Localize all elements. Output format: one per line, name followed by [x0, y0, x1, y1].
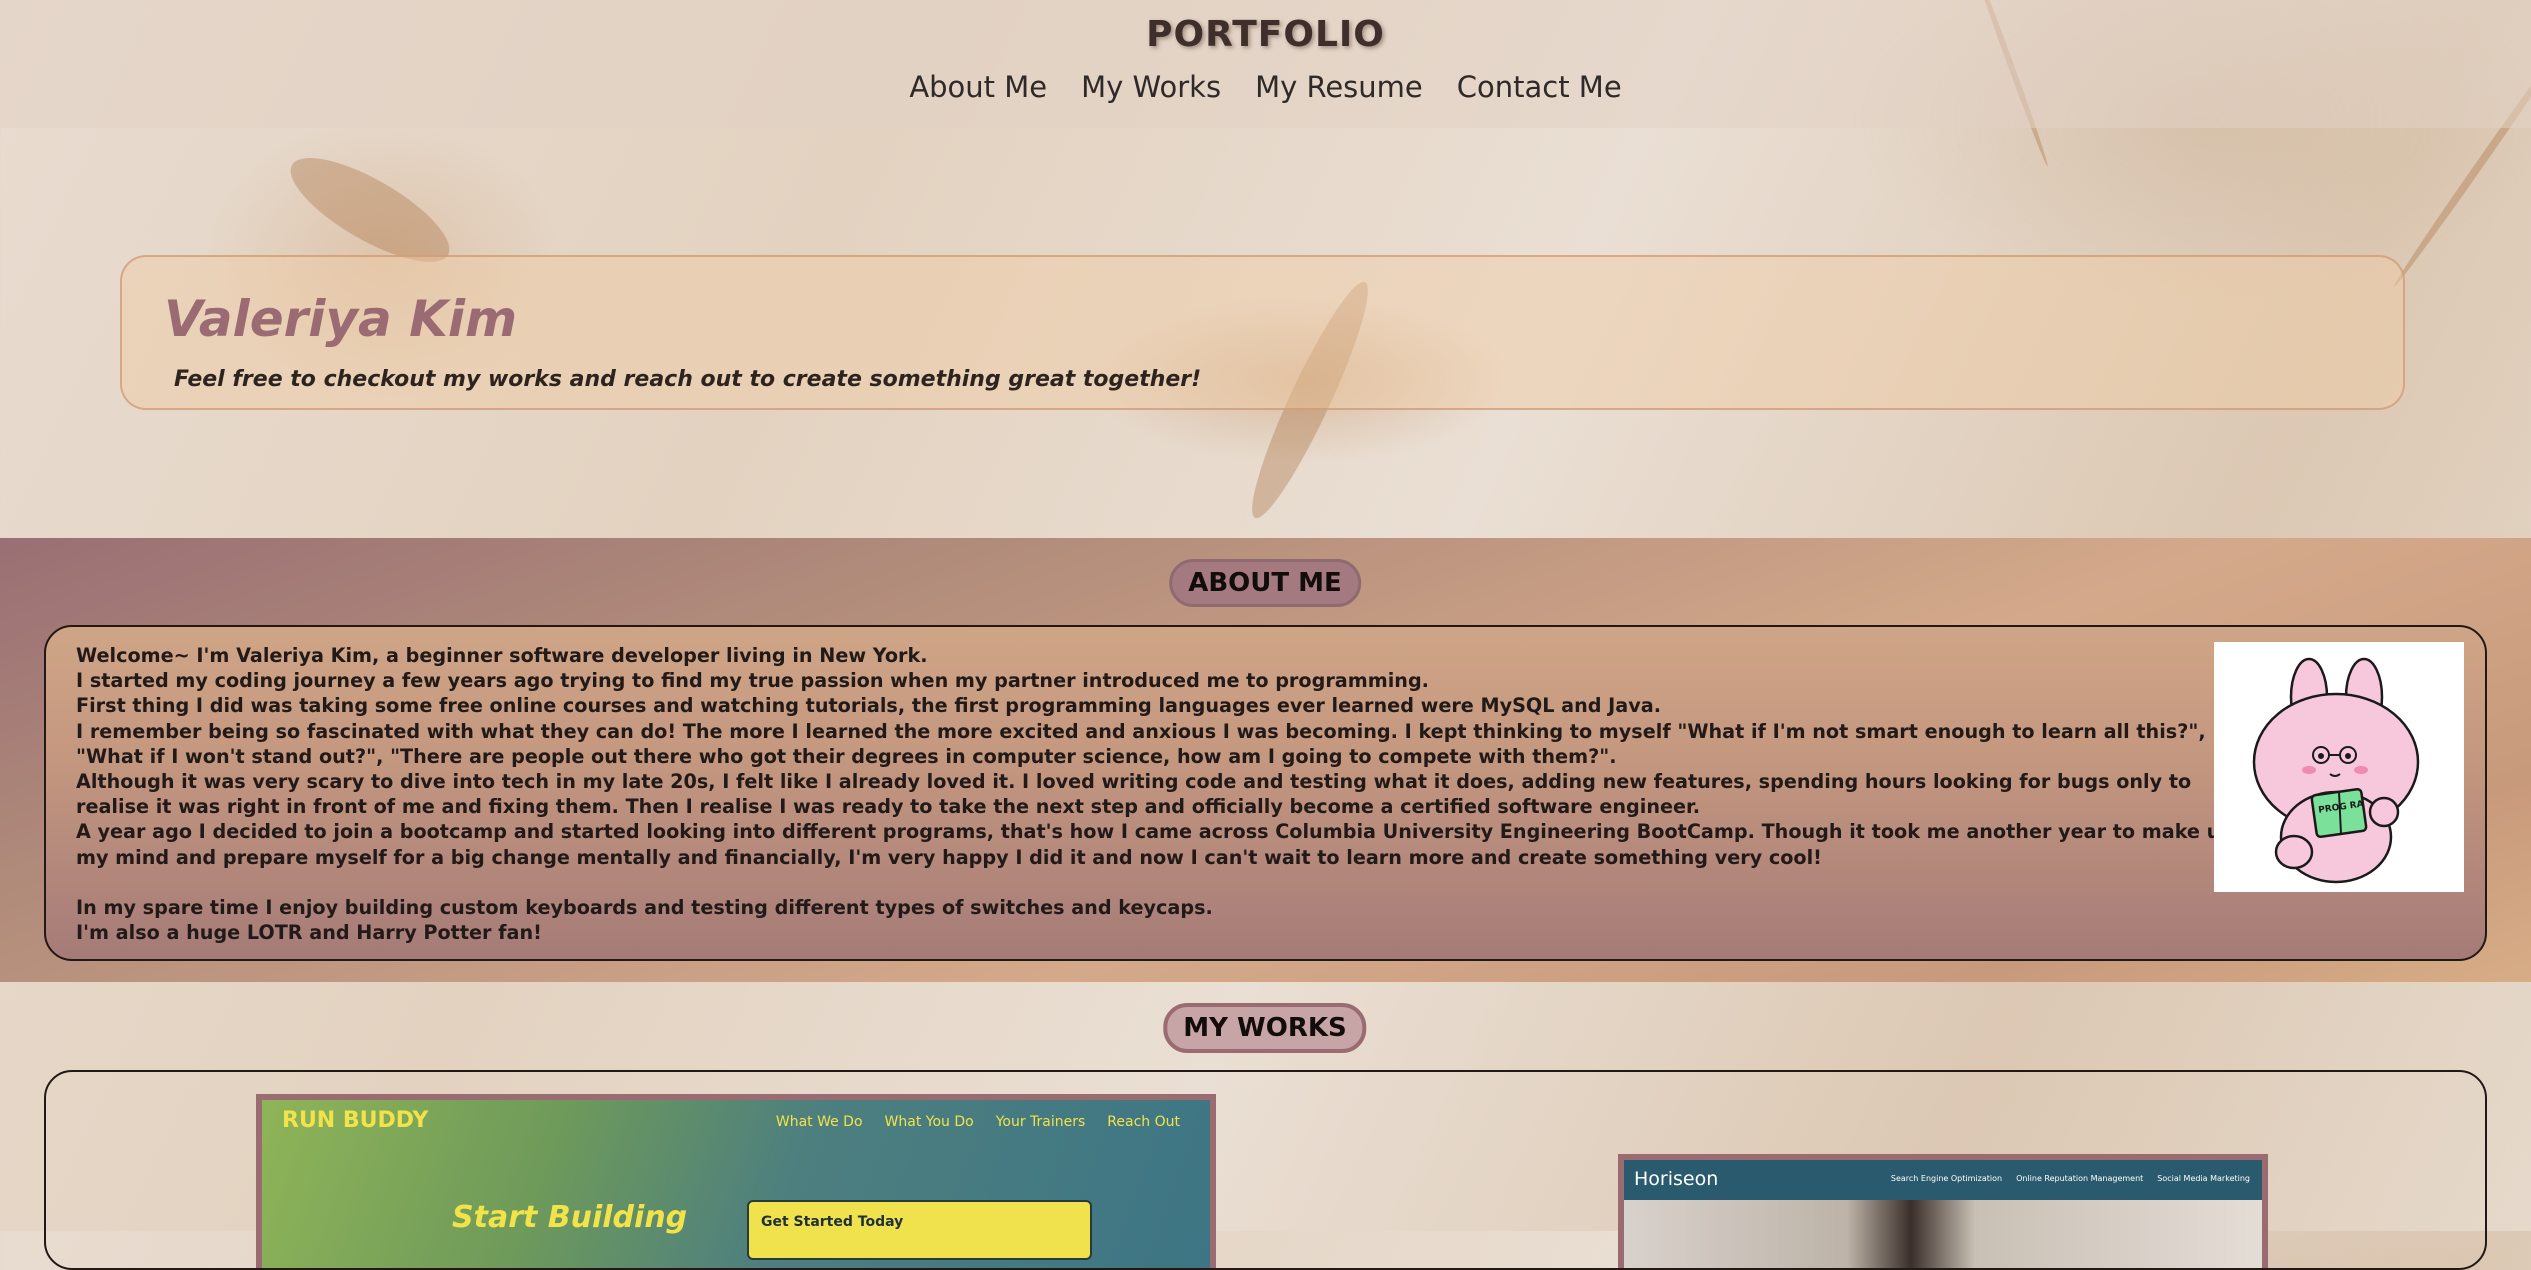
- works-card: RUN BUDDY What We Do What You Do Your Tr…: [44, 1070, 2487, 1270]
- about-paragraph: Welcome~ I'm Valeriya Kim, a beginner so…: [76, 644, 928, 667]
- horiseon-nav-item: Online Reputation Management: [2016, 1174, 2144, 1183]
- run-buddy-logo: RUN BUDDY: [282, 1108, 429, 1133]
- horiseon-nav-item: Social Media Marketing: [2157, 1174, 2250, 1183]
- pink-bunny-reading-book-icon: PROG RA: [2252, 657, 2420, 884]
- horiseon-hero-image: [1624, 1200, 2262, 1268]
- about-paragraph: I'm also a huge LOTR and Harry Potter fa…: [76, 921, 542, 945]
- about-paragraph: Although it was very scary to dive into …: [76, 770, 2192, 819]
- hero-banner: Valeriya Kim Feel free to checkout my wo…: [120, 255, 2405, 410]
- about-paragraph: In my spare time I enjoy building custom…: [76, 895, 1213, 919]
- about-text: Welcome~ I'm Valeriya Kim, a beginner so…: [76, 643, 2236, 945]
- hero-name: Valeriya Kim: [164, 290, 518, 348]
- site-title: PORTFOLIO: [1146, 14, 1385, 55]
- site-header: PORTFOLIO About Me My Works My Resume Co…: [0, 0, 2531, 128]
- nav-my-works[interactable]: My Works: [1079, 70, 1223, 104]
- horiseon-nav: Search Engine Optimization Online Reputa…: [1891, 1174, 2250, 1183]
- project-run-buddy-screenshot[interactable]: RUN BUDDY What We Do What You Do Your Tr…: [256, 1094, 1216, 1268]
- about-paragraph: A year ago I decided to join a bootcamp …: [76, 820, 2235, 869]
- about-paragraph: I remember being so fascinated with what…: [76, 719, 2206, 768]
- hero-tagline: Feel free to checkout my works and reach…: [174, 367, 1202, 392]
- run-buddy-nav-item: What You Do: [884, 1114, 974, 1130]
- horiseon-logo: Horiseon: [1634, 1168, 1719, 1190]
- about-heading: ABOUT ME: [1169, 559, 1361, 607]
- nav-about-me[interactable]: About Me: [907, 70, 1049, 104]
- horiseon-nav-item: Search Engine Optimization: [1890, 1174, 2003, 1183]
- horiseon-header: Horiseon Search Engine Optimization Onli…: [1624, 1160, 2262, 1200]
- main-nav: About Me My Works My Resume Contact Me: [0, 70, 2531, 104]
- about-section: ABOUT ME Welcome~ I'm Valeriya Kim, a be…: [0, 538, 2531, 982]
- works-heading: MY WORKS: [1163, 1003, 1367, 1053]
- nav-contact-me[interactable]: Contact Me: [1455, 70, 1624, 104]
- run-buddy-nav-item: What We Do: [775, 1114, 863, 1130]
- project-horiseon-screenshot[interactable]: Horiseon Search Engine Optimization Onli…: [1618, 1154, 2268, 1268]
- run-buddy-hero-text: Start Building: [452, 1200, 688, 1235]
- about-paragraph: I started my coding journey a few years …: [76, 669, 1429, 693]
- nav-my-resume[interactable]: My Resume: [1253, 70, 1425, 104]
- run-buddy-cta: Get Started Today: [747, 1200, 1092, 1260]
- run-buddy-nav: What We Do What You Do Your Trainers Rea…: [776, 1114, 1180, 1130]
- run-buddy-nav-item: Reach Out: [1107, 1114, 1180, 1130]
- about-card: Welcome~ I'm Valeriya Kim, a beginner so…: [44, 625, 2487, 961]
- about-paragraph: First thing I did was taking some free o…: [76, 694, 1661, 718]
- run-buddy-nav-item: Your Trainers: [995, 1114, 1086, 1130]
- avatar: PROG RA: [2214, 642, 2464, 892]
